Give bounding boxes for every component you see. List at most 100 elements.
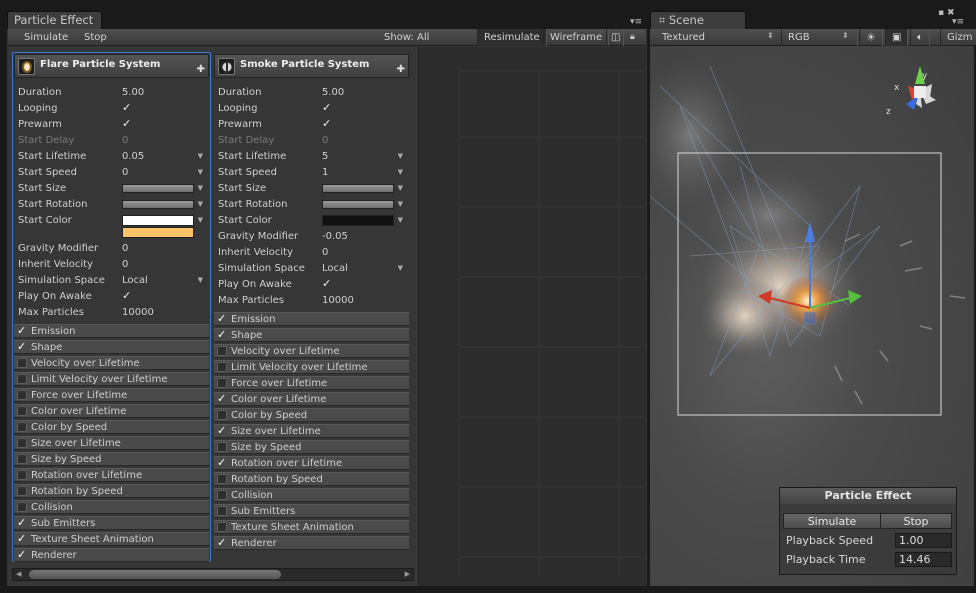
module-enable-checkbox[interactable]: ✓ bbox=[217, 392, 226, 405]
dropdown-arrow-icon[interactable]: ▼ bbox=[198, 272, 203, 288]
flare-looping-checkbox[interactable]: ✓ bbox=[122, 100, 131, 116]
module-row[interactable]: Color by Speed bbox=[14, 420, 209, 434]
overlay-stop-button[interactable]: Stop bbox=[880, 513, 952, 529]
smoke-start-speed-field[interactable]: 1 bbox=[322, 165, 328, 181]
module-enable-checkbox[interactable]: ✓ bbox=[217, 312, 226, 325]
smoke-play-on-awake-checkbox[interactable]: ✓ bbox=[322, 276, 331, 292]
module-row[interactable]: ✓ Renderer bbox=[14, 548, 209, 562]
module-row[interactable]: Limit Velocity over Lifetime bbox=[14, 372, 209, 386]
dropdown-arrow-icon[interactable]: ▼ bbox=[198, 164, 203, 180]
scrollbar-thumb[interactable] bbox=[29, 570, 281, 579]
flare-start-delay-field[interactable]: 0 bbox=[122, 133, 128, 149]
flare-prewarm-checkbox[interactable]: ✓ bbox=[122, 116, 131, 132]
module-enable-checkbox[interactable] bbox=[17, 438, 27, 448]
smoke-looping-checkbox[interactable]: ✓ bbox=[322, 100, 331, 116]
dropdown-arrow-icon[interactable]: ▼ bbox=[198, 148, 203, 164]
smoke-duration-field[interactable]: 5.00 bbox=[322, 85, 344, 101]
dropdown-arrow-icon[interactable]: ▼ bbox=[398, 196, 403, 212]
dropdown-arrow-icon[interactable]: ▼ bbox=[198, 196, 203, 212]
module-enable-checkbox[interactable]: ✓ bbox=[17, 548, 26, 561]
flare-system-header[interactable]: Flare Particle System ✚ bbox=[14, 54, 209, 78]
module-row[interactable]: ✓ Rotation over Lifetime bbox=[214, 456, 409, 470]
scroll-left-icon[interactable]: ◀ bbox=[16, 570, 21, 578]
flare-simulation-space-dropdown[interactable]: Local bbox=[122, 273, 148, 289]
smoke-start-delay-field[interactable]: 0 bbox=[322, 133, 328, 149]
module-enable-checkbox[interactable]: ✓ bbox=[217, 536, 226, 549]
show-dropdown[interactable]: Show: All bbox=[378, 29, 435, 46]
dropdown-arrow-icon[interactable]: ▼ bbox=[398, 180, 403, 196]
scene-orientation-gizmo[interactable]: y x z bbox=[886, 64, 956, 124]
module-enable-checkbox[interactable] bbox=[217, 346, 227, 356]
flare-start-rotation-curve[interactable] bbox=[122, 200, 194, 209]
module-row[interactable]: Rotation by Speed bbox=[14, 484, 209, 498]
module-row[interactable]: Force over Lifetime bbox=[14, 388, 209, 402]
module-row[interactable]: Rotation by Speed bbox=[214, 472, 409, 486]
module-row[interactable]: ✓ Size over Lifetime bbox=[214, 424, 409, 438]
module-enable-checkbox[interactable]: ✓ bbox=[217, 424, 226, 437]
module-row[interactable]: ✓ Emission bbox=[214, 312, 409, 326]
module-row[interactable]: Collision bbox=[14, 500, 209, 514]
flare-duration-field[interactable]: 5.00 bbox=[122, 85, 144, 101]
dropdown-arrow-icon[interactable]: ▼ bbox=[198, 180, 203, 196]
module-row[interactable]: ✓ Shape bbox=[14, 340, 209, 354]
smoke-simulation-space-dropdown[interactable]: Local bbox=[322, 261, 348, 277]
smoke-gravity-field[interactable]: -0.05 bbox=[322, 229, 348, 245]
module-row[interactable]: Force over Lifetime bbox=[214, 376, 409, 390]
flare-start-speed-field[interactable]: 0 bbox=[122, 165, 128, 181]
flare-inherit-velocity-field[interactable]: 0 bbox=[122, 257, 128, 273]
module-row[interactable]: Size by Speed bbox=[214, 440, 409, 454]
overlay-simulate-button[interactable]: Simulate bbox=[783, 513, 881, 529]
smoke-start-lifetime-field[interactable]: 5 bbox=[322, 149, 328, 165]
scroll-right-icon[interactable]: ▶ bbox=[405, 570, 410, 578]
module-row[interactable]: ✓ Renderer bbox=[214, 536, 409, 550]
module-row[interactable]: Size by Speed bbox=[14, 452, 209, 466]
smoke-prewarm-checkbox[interactable]: ✓ bbox=[322, 116, 331, 132]
add-module-icon[interactable]: ✚ bbox=[397, 64, 405, 75]
columns-icon[interactable]: ◫ bbox=[606, 29, 624, 46]
flare-start-size-curve[interactable] bbox=[122, 184, 194, 193]
module-row[interactable]: Texture Sheet Animation bbox=[214, 520, 409, 534]
dropdown-arrow-icon[interactable]: ▼ bbox=[398, 212, 403, 228]
module-enable-checkbox[interactable] bbox=[17, 390, 27, 400]
module-row[interactable]: ✓ Sub Emitters bbox=[14, 516, 209, 530]
module-enable-checkbox[interactable] bbox=[217, 410, 227, 420]
module-row[interactable]: Velocity over Lifetime bbox=[14, 356, 209, 370]
module-row[interactable]: Color over Lifetime bbox=[14, 404, 209, 418]
module-enable-checkbox[interactable]: ✓ bbox=[217, 328, 226, 341]
module-row[interactable]: Size over Lifetime bbox=[14, 436, 209, 450]
horizontal-scrollbar[interactable]: ◀ ▶ bbox=[12, 568, 414, 581]
module-row[interactable]: Limit Velocity over Lifetime bbox=[214, 360, 409, 374]
module-enable-checkbox[interactable] bbox=[17, 374, 27, 384]
smoke-inherit-velocity-field[interactable]: 0 bbox=[322, 245, 328, 261]
module-enable-checkbox[interactable] bbox=[17, 502, 27, 512]
dropdown-arrow-icon[interactable]: ▼ bbox=[398, 164, 403, 180]
module-enable-checkbox[interactable] bbox=[217, 442, 227, 452]
module-enable-checkbox[interactable] bbox=[217, 506, 227, 516]
playback-speed-field[interactable]: 1.00 bbox=[895, 533, 952, 548]
module-enable-checkbox[interactable] bbox=[217, 378, 227, 388]
smoke-system-header[interactable]: Smoke Particle System ✚ bbox=[214, 54, 409, 78]
flare-start-color-swatch-bottom[interactable] bbox=[122, 227, 194, 238]
module-enable-checkbox[interactable] bbox=[17, 470, 27, 480]
audio-toggle-icon[interactable]: 🔈︎ bbox=[910, 29, 930, 46]
module-enable-checkbox[interactable] bbox=[17, 454, 27, 464]
module-row[interactable]: Collision bbox=[214, 488, 409, 502]
module-row[interactable]: ✓ Color over Lifetime bbox=[214, 392, 409, 406]
tab-scene[interactable]: ⌗ Scene bbox=[650, 11, 746, 29]
module-enable-checkbox[interactable] bbox=[17, 422, 27, 432]
wireframe-toggle[interactable]: Wireframe bbox=[543, 29, 610, 46]
lighting-toggle-icon[interactable]: ☀ bbox=[859, 29, 883, 46]
flare-play-on-awake-checkbox[interactable]: ✓ bbox=[122, 288, 131, 304]
module-enable-checkbox[interactable]: ✓ bbox=[17, 340, 26, 353]
smoke-start-size-curve[interactable] bbox=[322, 184, 394, 193]
smoke-start-rotation-curve[interactable] bbox=[322, 200, 394, 209]
module-enable-checkbox[interactable] bbox=[217, 474, 227, 484]
image-effects-toggle-icon[interactable]: ▣ bbox=[885, 29, 909, 46]
module-enable-checkbox[interactable] bbox=[17, 358, 27, 368]
flare-max-particles-field[interactable]: 10000 bbox=[122, 305, 154, 321]
module-row[interactable]: Sub Emitters bbox=[214, 504, 409, 518]
module-enable-checkbox[interactable]: ✓ bbox=[17, 324, 26, 337]
module-enable-checkbox[interactable]: ✓ bbox=[17, 516, 26, 529]
module-row[interactable]: ✓ Shape bbox=[214, 328, 409, 342]
panel-menu-icon[interactable]: ▾≡ bbox=[952, 17, 964, 27]
